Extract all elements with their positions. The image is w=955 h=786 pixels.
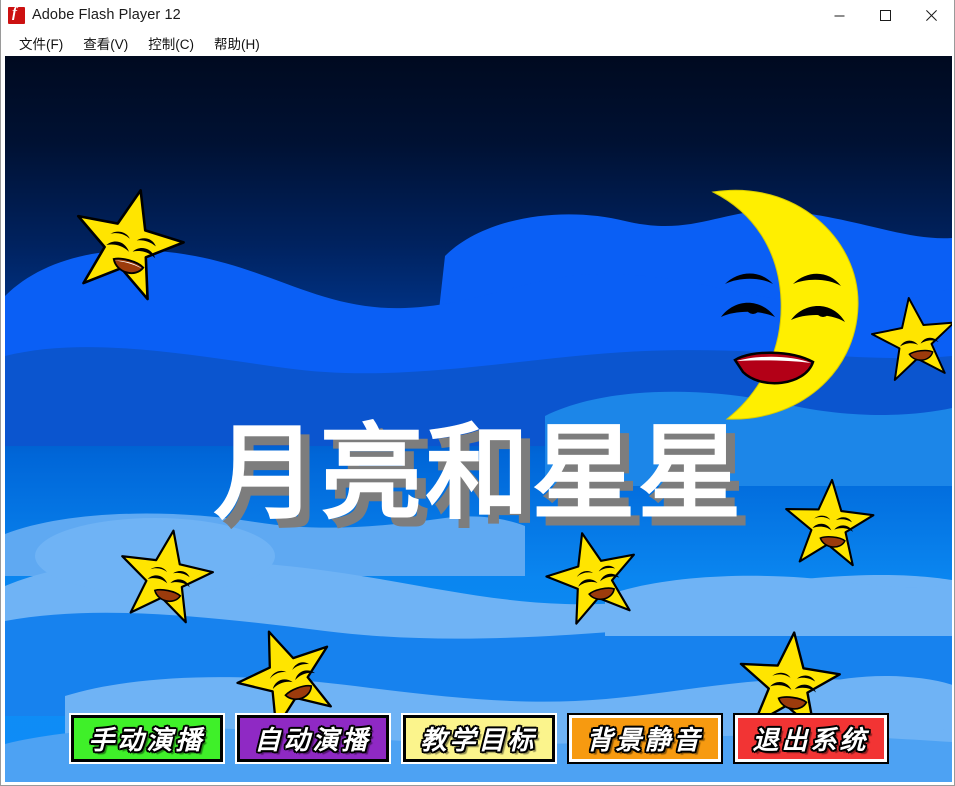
menu-item-file[interactable]: 文件(F) [10, 30, 72, 57]
page-title: 月亮和星星 [213, 412, 744, 534]
close-button[interactable] [908, 0, 954, 30]
smiling-star-center [545, 532, 635, 625]
title-bar: Adobe Flash Player 12 [1, 0, 954, 30]
smiling-star-bottom-left [236, 630, 332, 729]
menu-item-view[interactable]: 查看(V) [74, 30, 137, 57]
mute-background-button[interactable]: 背景静音 [568, 715, 721, 762]
teaching-goal-button[interactable]: 教学目标 [402, 715, 555, 762]
manual-play-label: 手动演播 [88, 726, 205, 756]
auto-play-label: 自动演播 [254, 726, 371, 756]
flash-stage[interactable]: 月亮和星星 手动演播 自动演播 教学目标 背景静音 退出系统 [5, 56, 952, 782]
smiling-star-top-left [76, 189, 185, 301]
menu-item-help[interactable]: 帮助(H) [205, 30, 269, 57]
smiling-star-left-middle [121, 529, 214, 624]
auto-play-button[interactable]: 自动演播 [236, 715, 389, 762]
smiling-crescent-moon [711, 189, 859, 420]
maximize-button[interactable] [862, 0, 908, 30]
exit-system-button[interactable]: 退出系统 [734, 715, 887, 762]
flash-player-window: Adobe Flash Player 12 文件(F) 查看( [0, 0, 955, 786]
smiling-star-right-upper [871, 297, 952, 381]
manual-play-button[interactable]: 手动演播 [70, 715, 223, 762]
flash-logo-icon [8, 5, 25, 24]
minimize-button[interactable] [816, 0, 862, 30]
exit-system-label: 退出系统 [752, 726, 869, 756]
mute-background-label: 背景静音 [586, 726, 703, 756]
window-controls [816, 0, 954, 30]
menu-item-control[interactable]: 控制(C) [139, 30, 203, 57]
menu-bar: 文件(F) 查看(V) 控制(C) 帮助(H) [1, 30, 954, 56]
teaching-goal-label: 教学目标 [420, 726, 537, 756]
control-button-bar: 手动演播 自动演播 教学目标 背景静音 退出系统 [5, 715, 952, 762]
window-title: Adobe Flash Player 12 [32, 7, 181, 23]
